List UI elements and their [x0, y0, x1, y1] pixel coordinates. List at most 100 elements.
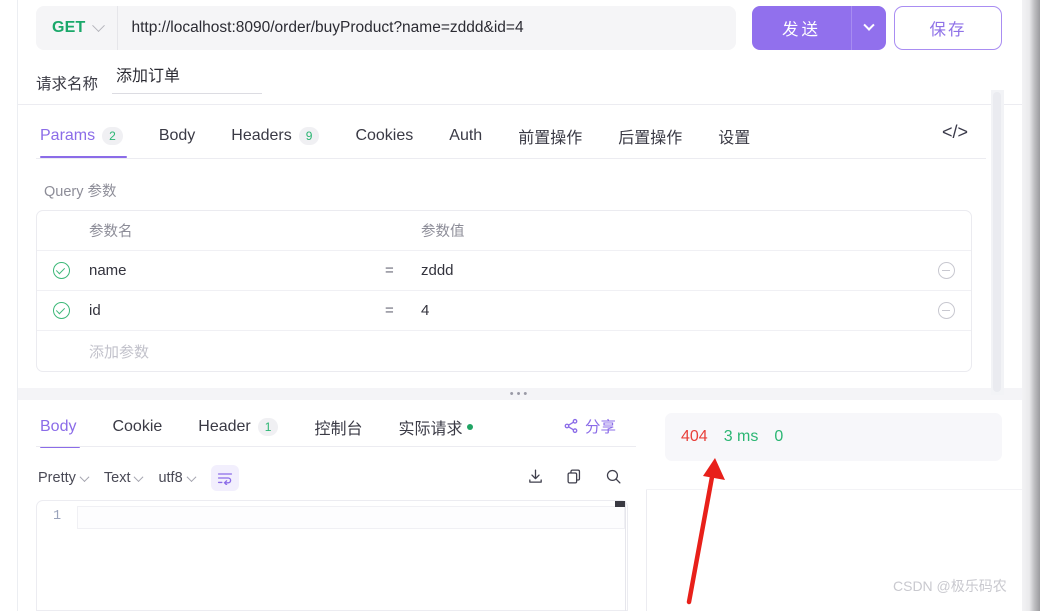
- resp-tab-cookie-label: Cookie: [112, 418, 163, 435]
- resp-tab-body[interactable]: Body: [36, 408, 94, 448]
- panel-splitter[interactable]: •••: [18, 388, 1022, 400]
- header-param-name: 参数名: [89, 224, 133, 240]
- tab-cookies[interactable]: Cookies: [337, 115, 431, 157]
- type-dropdown[interactable]: Text: [103, 470, 144, 486]
- format-dropdown[interactable]: Pretty: [38, 470, 90, 486]
- right-panel-divider: [646, 489, 1022, 490]
- share-label: 分享: [585, 419, 617, 436]
- table-header-row: 参数名 参数值: [37, 211, 971, 251]
- tab-headers-badge: 9: [298, 126, 320, 146]
- page-right-gutter: [1022, 0, 1040, 611]
- charset-dropdown[interactable]: utf8: [158, 470, 197, 486]
- tab-auth[interactable]: Auth: [431, 115, 500, 157]
- add-param-row[interactable]: 添加参数: [37, 331, 971, 371]
- resp-tab-actual-request[interactable]: 实际请求: [380, 408, 491, 446]
- share-button[interactable]: 分享: [563, 415, 616, 437]
- copy-icon[interactable]: [566, 468, 583, 490]
- param-value-input[interactable]: 4: [421, 302, 921, 319]
- left-rail: [0, 0, 17, 611]
- tab-params-badge: 2: [102, 126, 123, 146]
- url-input[interactable]: http://localhost:8090/order/buyProduct?n…: [118, 19, 737, 37]
- body-tool-icons: [527, 468, 622, 490]
- send-button-group[interactable]: 发送: [752, 6, 886, 50]
- response-body-editor[interactable]: 1: [36, 500, 628, 611]
- param-value-input[interactable]: zddd: [421, 262, 921, 279]
- response-panel-divider: [646, 490, 647, 611]
- resp-tab-header[interactable]: Header 1: [180, 408, 296, 446]
- app-root: GET http://localhost:8090/order/buyProdu…: [0, 0, 1040, 611]
- status-code: 404: [681, 428, 708, 445]
- tab-settings-label: 设置: [718, 130, 751, 147]
- wrap-text-icon: [217, 473, 232, 485]
- resp-tab-header-label: Header: [198, 418, 251, 435]
- tab-settings[interactable]: 设置: [700, 115, 768, 157]
- app-surface: GET http://localhost:8090/order/buyProdu…: [0, 0, 1022, 611]
- status-dot-icon: [467, 424, 474, 430]
- resp-tab-header-badge: 1: [257, 417, 279, 437]
- editor-caret: [615, 501, 625, 507]
- check-circle-icon: [52, 262, 70, 279]
- send-dropdown-button[interactable]: [852, 6, 886, 50]
- param-name-input[interactable]: name: [85, 262, 385, 279]
- vertical-scrollbar-thumb[interactable]: [993, 92, 1001, 392]
- param-name-input[interactable]: id: [85, 302, 385, 319]
- query-params-table: 参数名 参数值 name = zddd id = 4 添加参数: [36, 210, 972, 372]
- chevron-down-icon: [79, 471, 90, 482]
- tab-params[interactable]: Params 2: [36, 115, 141, 158]
- editor-vertical-rule: [625, 501, 626, 611]
- request-name-input[interactable]: 添加订单: [112, 62, 263, 94]
- chevron-down-icon: [863, 19, 875, 31]
- response-tabs: Body Cookie Header 1 控制台 实际请求: [36, 408, 491, 448]
- method-label: GET: [52, 19, 86, 36]
- search-icon[interactable]: [605, 468, 622, 490]
- tab-headers[interactable]: Headers 9: [213, 115, 337, 157]
- resp-tab-cookie[interactable]: Cookie: [94, 408, 180, 446]
- status-time: 3 ms: [723, 428, 759, 445]
- tab-cookies-label: Cookies: [355, 127, 414, 144]
- request-tabs: Params 2 Body Headers 9 Cookies Auth 前置操…: [36, 115, 768, 158]
- header-divider: [18, 104, 1022, 105]
- status-size: 0: [774, 428, 784, 445]
- type-dropdown-label: Text: [103, 470, 131, 486]
- tab-post-operation-label: 后置操作: [618, 130, 683, 147]
- tab-body[interactable]: Body: [141, 115, 213, 157]
- tab-pre-operation[interactable]: 前置操作: [500, 115, 600, 157]
- charset-dropdown-label: utf8: [158, 470, 183, 486]
- check-circle-icon: [52, 302, 70, 319]
- splitter-grip-icon: •••: [509, 388, 531, 400]
- response-tabs-divider: [36, 446, 636, 447]
- watermark: CSDN @极乐码农: [893, 578, 1007, 594]
- chevron-down-icon: [91, 18, 105, 32]
- request-tabs-divider: [36, 158, 986, 159]
- request-name-label: 请求名称: [36, 76, 99, 93]
- param-delete-button[interactable]: [921, 262, 971, 279]
- tab-headers-label: Headers: [231, 127, 292, 144]
- editor-content[interactable]: [77, 501, 627, 611]
- param-delete-button[interactable]: [921, 302, 971, 319]
- tab-post-operation[interactable]: 后置操作: [600, 115, 700, 157]
- request-name-row: 请求名称 添加订单: [36, 62, 263, 94]
- table-row: id = 4: [37, 291, 971, 331]
- resp-tab-body-label: Body: [40, 418, 77, 435]
- method-selector[interactable]: GET: [36, 6, 117, 50]
- code-view-icon[interactable]: </>: [942, 122, 968, 143]
- param-equals-sign: =: [385, 262, 394, 279]
- download-icon[interactable]: [527, 468, 544, 490]
- wrap-text-button[interactable]: [210, 465, 239, 491]
- resp-tab-console[interactable]: 控制台: [296, 408, 380, 446]
- left-rail-divider: [17, 0, 18, 611]
- share-icon: [564, 418, 578, 434]
- annotation-arrow: [686, 458, 725, 605]
- minus-circle-icon: [937, 302, 955, 319]
- save-button[interactable]: 保存: [894, 6, 1002, 50]
- row-enable-checkbox[interactable]: [37, 302, 85, 319]
- row-enable-checkbox[interactable]: [37, 262, 85, 279]
- url-bar[interactable]: GET http://localhost:8090/order/buyProdu…: [36, 6, 736, 50]
- tab-body-label: Body: [158, 127, 196, 144]
- param-equals-sign: =: [385, 302, 394, 319]
- resp-tab-actual-request-label: 实际请求: [398, 421, 463, 438]
- editor-active-line[interactable]: [77, 506, 625, 529]
- response-status-panel: 404 3 ms 0: [665, 413, 1002, 461]
- send-button[interactable]: 发送: [752, 6, 851, 50]
- tab-params-label: Params: [40, 127, 96, 144]
